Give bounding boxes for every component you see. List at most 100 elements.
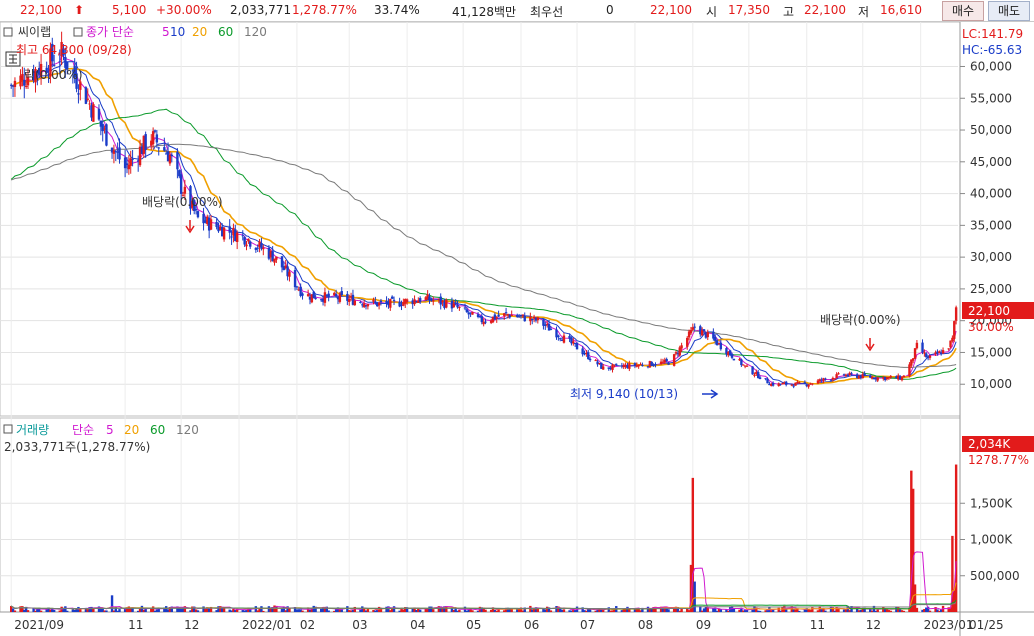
open-price: 17,350 xyxy=(728,3,770,17)
volume-bar xyxy=(196,610,200,612)
volume-bar xyxy=(889,610,892,612)
ma-legend-5: 5 xyxy=(162,25,170,39)
volume-bar xyxy=(693,581,696,612)
volume-bar xyxy=(458,609,461,612)
volume-bar xyxy=(798,610,801,612)
ma-toggle-icon[interactable] xyxy=(73,27,83,37)
candle-body xyxy=(784,381,788,385)
volume-bar xyxy=(928,610,932,612)
candle-body xyxy=(366,304,370,307)
candle-body xyxy=(925,353,928,358)
candle-body xyxy=(665,359,668,362)
candle-body xyxy=(77,93,80,95)
candle-body xyxy=(902,375,906,378)
candle-body xyxy=(876,377,879,381)
high-label: 고 xyxy=(783,5,795,19)
ma-legend-prefix: 종가 단순 xyxy=(86,25,134,39)
volume-bar xyxy=(484,609,487,612)
candle-body xyxy=(686,337,689,347)
price-tick-label: 10,000 xyxy=(970,377,1012,391)
volume-toggle-icon[interactable] xyxy=(3,424,13,434)
candle-body xyxy=(245,244,248,247)
candle-body xyxy=(764,378,767,380)
price-tick-label: 45,000 xyxy=(970,155,1012,169)
x-tick-label: 2022/01 xyxy=(242,618,292,632)
candle-body xyxy=(900,377,904,381)
volume-tick-label: 1,500K xyxy=(970,496,1013,510)
x-tick-label: 11 xyxy=(128,618,143,632)
volume-legend-prefix: 단순 xyxy=(72,423,94,437)
candle-body xyxy=(753,374,756,376)
candle-body xyxy=(314,297,317,300)
vol-ma-legend-5: 5 xyxy=(106,423,114,437)
candle-body xyxy=(521,314,525,316)
volume-bar xyxy=(110,595,114,612)
priority-label: 최우선 xyxy=(530,5,564,19)
candle-body xyxy=(756,371,760,379)
volume-bar xyxy=(536,608,540,612)
volume-bar xyxy=(837,608,840,612)
buy-button[interactable]: 매수 xyxy=(942,1,984,21)
sell-button[interactable]: 매도 xyxy=(988,1,1030,21)
candle-body xyxy=(432,300,435,302)
candle-body xyxy=(641,365,644,367)
volume-bar xyxy=(732,608,736,612)
candle-body xyxy=(833,378,836,380)
volume-title: 거래량 xyxy=(16,423,49,437)
x-tick-label: 06 xyxy=(524,618,539,632)
candle-body xyxy=(495,317,498,319)
candle-body xyxy=(88,103,91,105)
candle-body xyxy=(372,299,375,302)
current-price-tag: 22,100 xyxy=(968,304,1010,318)
candle-body xyxy=(176,151,179,170)
candle-body xyxy=(24,85,28,87)
candle-body xyxy=(837,373,840,375)
candle-body xyxy=(353,300,357,306)
candle-body xyxy=(327,293,330,298)
candle-body xyxy=(771,382,775,386)
ma-legend-20: 20 xyxy=(192,25,207,39)
x-tick-label: 12 xyxy=(184,618,199,632)
candle-body xyxy=(247,238,250,242)
candle-body xyxy=(228,226,231,233)
volume-tick-label: 500,000 xyxy=(970,569,1020,583)
candle-body xyxy=(947,348,950,350)
up-arrow-icon: ⬆ xyxy=(74,3,85,17)
candle-body xyxy=(86,98,89,100)
candle-body xyxy=(758,377,762,380)
price-tick-label: 50,000 xyxy=(970,123,1012,137)
volume-bar xyxy=(471,610,474,612)
candle-body xyxy=(928,355,932,358)
panel-toggle-icon[interactable] xyxy=(3,27,13,37)
candle-body xyxy=(194,209,198,211)
candle-body xyxy=(58,61,61,63)
open-label: 시 xyxy=(706,5,718,19)
x-tick-label: 12 xyxy=(866,618,881,632)
stock-chart[interactable]: 60,000 55,000 50,000 45,000 40,000 35,000 30,0… xyxy=(0,22,1034,636)
candle-body xyxy=(588,358,592,361)
candle-body xyxy=(587,352,590,360)
candle-body xyxy=(730,354,734,358)
quote-bar: 22,100 ⬆ 5,100 +30.00% 2,033,771 1,278.7… xyxy=(0,0,1034,22)
volume-bar xyxy=(432,609,435,612)
candle-body xyxy=(334,293,338,297)
candle-body xyxy=(536,317,540,321)
candle-body xyxy=(678,347,681,356)
ma-legend-120: 120 xyxy=(244,25,267,39)
candle-body xyxy=(672,354,676,366)
candle-body xyxy=(359,301,362,303)
candle-body xyxy=(863,373,866,376)
candle-body xyxy=(312,291,315,299)
trade-amount: 41,128백만 xyxy=(452,5,517,19)
volume-bar xyxy=(262,610,265,612)
volume-bar xyxy=(26,610,30,612)
candle-body xyxy=(52,64,56,66)
candle-body xyxy=(454,303,457,305)
candle-body xyxy=(794,382,797,386)
candle-body xyxy=(256,247,259,249)
candle-body xyxy=(941,350,945,354)
price-tick-label: 15,000 xyxy=(970,345,1012,359)
candle-body xyxy=(706,332,709,338)
candle-body xyxy=(10,84,13,86)
current-price: 22,100 xyxy=(20,3,62,17)
